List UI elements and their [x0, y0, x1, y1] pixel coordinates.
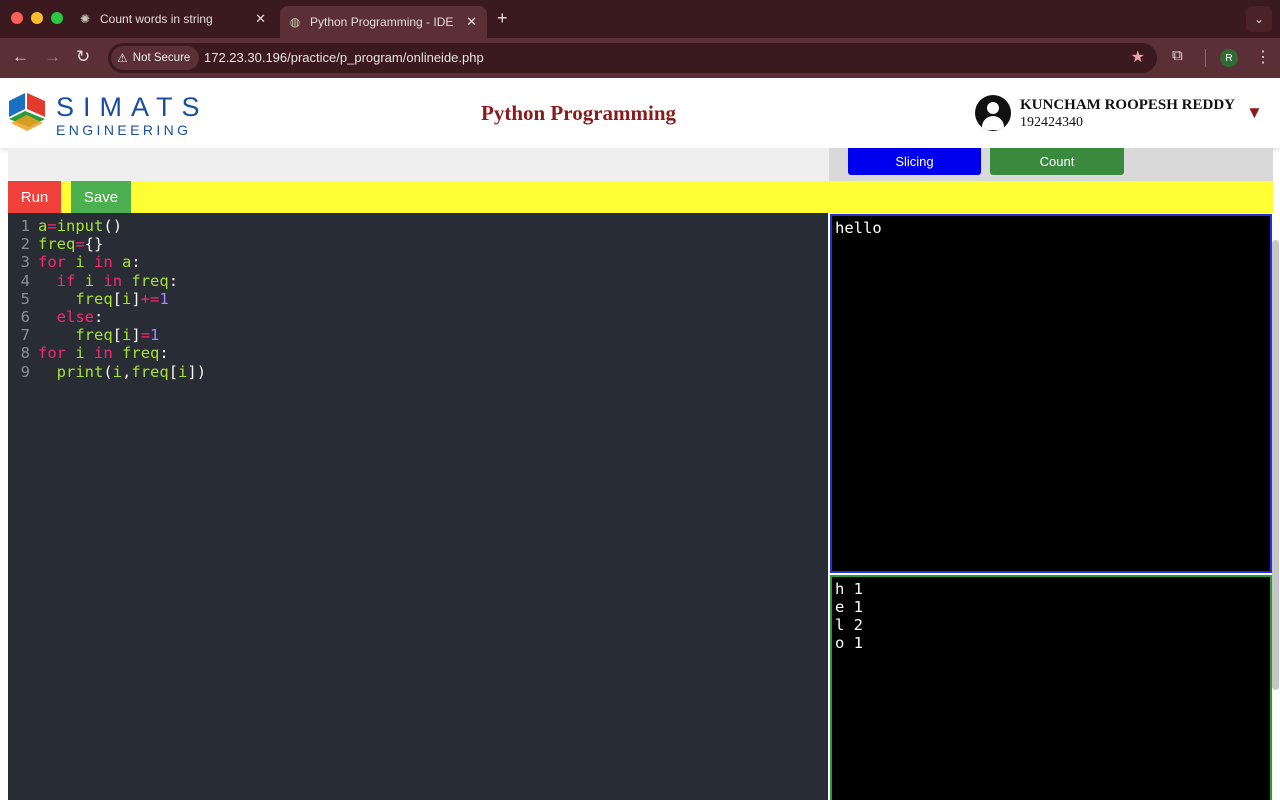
- user-id: 192424340: [1020, 115, 1083, 130]
- line-number: 4: [20, 271, 30, 290]
- tab-close-icon[interactable]: ✕: [466, 14, 477, 30]
- browser-tab-count-words[interactable]: ✺ Count words in string ✕: [66, 6, 276, 32]
- code-editor[interactable]: 1 a=input() 2 freq={} 3 for i in a: 4 if i in …: [8, 213, 828, 800]
- security-chip[interactable]: ⚠ Not Secure: [111, 46, 200, 70]
- output-line: o 1: [835, 634, 863, 652]
- forward-arrow-icon[interactable]: →: [44, 47, 61, 67]
- logo-subtitle: ENGINEERING: [56, 122, 192, 138]
- code-text: a=input(): [38, 217, 123, 235]
- triangle-down-icon[interactable]: ▼: [1246, 103, 1263, 123]
- slicing-button[interactable]: Slicing: [848, 148, 981, 175]
- address-bar[interactable]: ⚠ Not Secure 172.23.30.196/practice/p_pr…: [108, 43, 1157, 73]
- tab-title: Count words in string: [100, 12, 213, 26]
- back-arrow-icon[interactable]: ←: [12, 47, 29, 67]
- minimize-window-button[interactable]: [31, 12, 43, 24]
- globe-icon: ◍: [289, 15, 301, 29]
- new-tab-button[interactable]: +: [497, 8, 508, 29]
- line-number: 7: [20, 326, 30, 345]
- openai-icon: ✺: [79, 12, 91, 26]
- stdin-input-panel[interactable]: hello: [830, 214, 1272, 573]
- profile-avatar[interactable]: R: [1220, 49, 1238, 67]
- code-text: freq[i]+=1: [75, 289, 169, 308]
- code-text: else:: [56, 308, 104, 326]
- warning-icon: ⚠: [117, 51, 128, 65]
- site-header: SIMATS ENGINEERING Python Programming KU…: [0, 78, 1280, 148]
- code-text: if i in freq:: [56, 271, 179, 290]
- user-name: KUNCHAM ROOPESH REDDY: [1020, 97, 1236, 113]
- line-number: 1: [20, 217, 30, 235]
- action-bar: [8, 181, 1273, 213]
- simats-logo-icon: [9, 93, 45, 131]
- reload-icon[interactable]: ↻: [76, 47, 90, 67]
- line-number: 3: [20, 253, 30, 272]
- code-text: freq={}: [38, 235, 104, 254]
- line-number: 9: [20, 362, 30, 381]
- bookmark-star-icon[interactable]: ★: [1131, 47, 1145, 67]
- browser-toolbar: ← → ↻ ⚠ Not Secure 172.23.30.196/practic…: [0, 38, 1280, 78]
- count-button[interactable]: Count: [990, 148, 1124, 175]
- line-number: 2: [20, 235, 30, 254]
- maximize-window-button[interactable]: [51, 12, 63, 24]
- user-avatar-icon[interactable]: [975, 95, 1011, 131]
- save-button[interactable]: Save: [71, 181, 131, 213]
- line-number: 8: [20, 344, 30, 363]
- tab-search-chevron-icon[interactable]: ⌄: [1246, 6, 1272, 32]
- toolbar-divider: [1205, 49, 1206, 67]
- page-title: Python Programming: [481, 101, 677, 125]
- code-text: for i in a:: [38, 253, 141, 272]
- line-number: 5: [20, 289, 30, 308]
- browser-tab-python-ide[interactable]: ◍ Python Programming - IDE ✕: [280, 6, 487, 38]
- code-text: print(i,freq[i]): [56, 362, 207, 381]
- close-window-button[interactable]: [11, 12, 23, 24]
- line-number: 6: [20, 308, 30, 326]
- security-label: Not Secure: [132, 52, 191, 64]
- tab-title: Python Programming - IDE: [310, 15, 454, 29]
- output-line: h 1: [835, 580, 863, 598]
- extensions-icon[interactable]: ⧉: [1172, 47, 1183, 64]
- browser-tab-bar: ✺ Count words in string ✕ ◍ Python Progr…: [0, 0, 1280, 38]
- output-line: e 1: [835, 598, 863, 616]
- output-line: l 2: [835, 616, 863, 634]
- code-text: for i in freq:: [38, 344, 169, 363]
- output-panel: h 1e 1l 2o 1: [830, 575, 1272, 800]
- url-text[interactable]: 172.23.30.196/practice/p_program/onlinei…: [204, 50, 484, 65]
- page-scrollbar[interactable]: [1272, 240, 1279, 690]
- more-menu-icon[interactable]: ⋮: [1255, 47, 1271, 67]
- run-button[interactable]: Run: [8, 181, 61, 213]
- code-text: freq[i]=1: [75, 326, 160, 345]
- tab-close-icon[interactable]: ✕: [255, 11, 266, 27]
- logo-wordmark: SIMATS: [56, 92, 209, 122]
